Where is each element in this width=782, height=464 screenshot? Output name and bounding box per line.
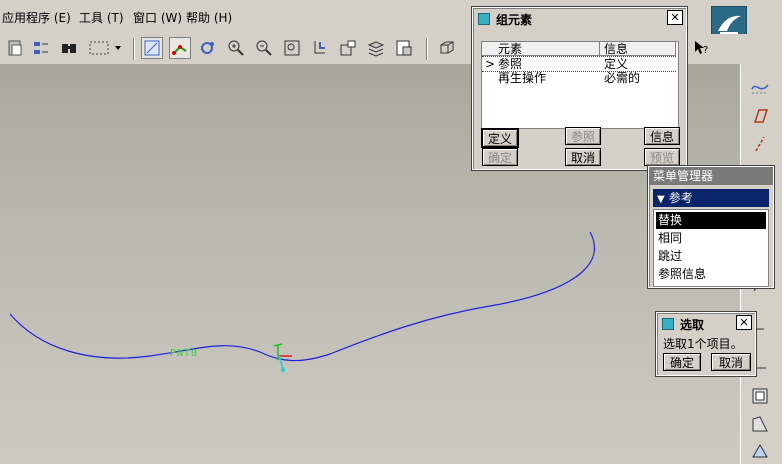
menu-tools[interactable]: 工具 (T)	[79, 9, 124, 26]
select-cancel-button[interactable]: 取消	[711, 353, 751, 371]
select-message: 选取1个项目。	[663, 337, 743, 351]
menu-manager: 菜单管理器 ▼ 参考 替换 相同 跳过 参照信息	[647, 165, 775, 289]
menu-manager-title[interactable]: 菜单管理器	[649, 167, 773, 185]
select-ok-button[interactable]: 确定	[663, 353, 701, 371]
menu-item-ref-info[interactable]: 参照信息	[656, 266, 766, 283]
column-header-info[interactable]: 信息	[600, 42, 676, 56]
datum-plane-icon[interactable]	[746, 104, 774, 128]
menu-item-skip[interactable]: 跳过	[656, 248, 766, 265]
shell-icon[interactable]	[746, 384, 774, 408]
elements-table: 元素 信息 > 参照 定义 再生操作 必需的	[481, 41, 679, 129]
zoom-out-icon[interactable]	[253, 37, 275, 59]
chevron-down-icon[interactable]	[113, 37, 123, 59]
sketched-curve	[9, 231, 596, 362]
menu-help[interactable]: 帮助 (H)	[186, 9, 232, 26]
row-element: 再生操作	[498, 71, 547, 85]
help-pointer-icon[interactable]: ?	[690, 37, 712, 59]
refer-button[interactable]: 参照	[565, 127, 601, 145]
model-tree-icon[interactable]	[393, 37, 415, 59]
dialog-window-icon	[662, 318, 674, 330]
close-icon[interactable]: ✕	[736, 315, 752, 330]
define-button[interactable]: 定义	[482, 129, 518, 147]
table-row[interactable]: > 参照 定义	[482, 56, 676, 72]
dialog-titlebar[interactable]: 组元素	[475, 10, 684, 28]
saved-views-icon[interactable]	[337, 37, 359, 59]
rib-icon[interactable]	[746, 438, 774, 462]
menu-item-replace[interactable]: 替换	[656, 212, 766, 229]
reorient-icon[interactable]	[309, 37, 331, 59]
sketch-icon[interactable]	[141, 37, 163, 59]
select-dialog: 选取 ✕ 选取1个项目。 确定 取消	[655, 311, 757, 377]
row-marker: >	[485, 57, 496, 71]
datum-point-icon[interactable]	[169, 37, 191, 59]
find-icon[interactable]	[58, 37, 80, 59]
row-element: 参照	[498, 57, 523, 71]
preview-button[interactable]: 预览	[644, 148, 680, 166]
row-info: 必需的	[604, 71, 641, 85]
sketch-curve-icon[interactable]	[746, 76, 774, 100]
svg-text:?: ?	[703, 45, 708, 56]
draft-icon[interactable]	[746, 412, 774, 436]
close-icon[interactable]: ✕	[667, 10, 683, 25]
toolbar-separator	[426, 38, 428, 60]
table-row[interactable]: 再生操作 必需的	[482, 71, 676, 85]
refit-icon[interactable]	[281, 37, 303, 59]
column-header-element[interactable]: 元素	[482, 42, 600, 56]
layers-icon[interactable]	[365, 37, 387, 59]
regenerate-icon[interactable]	[30, 37, 52, 59]
menu-item-same[interactable]: 相同	[656, 230, 766, 247]
row-info: 定义	[604, 57, 629, 71]
orient-icon[interactable]	[197, 37, 219, 59]
triangle-down-icon: ▼	[657, 194, 665, 205]
ok-button[interactable]: 确定	[482, 148, 518, 166]
menu-window[interactable]: 窗口 (W)	[133, 9, 182, 26]
select-title: 选取	[680, 317, 705, 332]
menu-manager-header[interactable]: ▼ 参考	[653, 189, 769, 207]
select-box-icon[interactable]	[86, 37, 112, 59]
dialog-window-icon	[478, 13, 490, 25]
group-elements-dialog: 组元素 ✕ 元素 信息 > 参照 定义 再生操作 必需的 定义 参照 信息 确定…	[471, 6, 688, 171]
cancel-button[interactable]: 取消	[565, 148, 601, 166]
point-label: PNT0	[170, 348, 199, 359]
toolbar-separator	[133, 38, 135, 60]
zoom-in-icon[interactable]	[225, 37, 247, 59]
menu-manager-header-label: 参考	[668, 191, 693, 205]
paste-icon[interactable]	[4, 37, 26, 59]
info-button[interactable]: 信息	[644, 127, 680, 145]
menu-applications[interactable]: 应用程序 (E)	[2, 9, 71, 26]
dialog-title: 组元素	[496, 12, 533, 27]
menu-manager-list: 替换 相同 跳过 参照信息	[653, 209, 769, 287]
shading-icon[interactable]	[436, 37, 458, 59]
datum-axis-icon[interactable]	[746, 132, 774, 156]
